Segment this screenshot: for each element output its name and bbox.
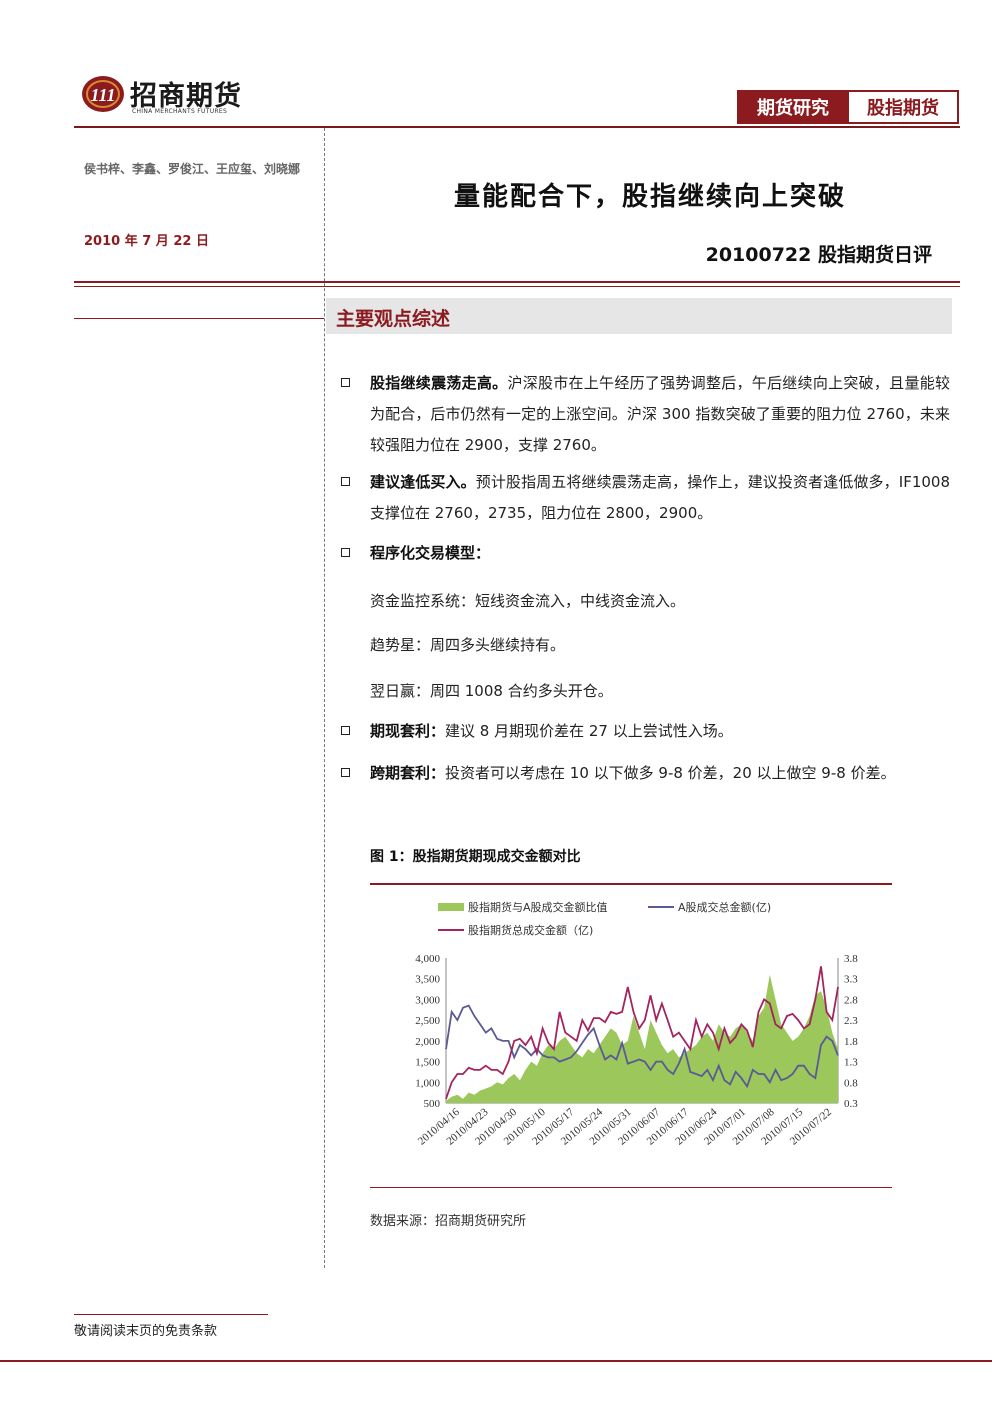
model-3: 翌日赢：周四 1008 合约多头开仓。	[370, 682, 613, 700]
bullet-icon	[341, 378, 350, 387]
figure-rule-top	[370, 883, 892, 885]
section-title: 主要观点综述	[336, 308, 451, 330]
model-1: 资金监控系统：短线资金流入，中线资金流入。	[370, 592, 686, 610]
volume-comparison-chart: 股指期货与A股成交金额比值 A股成交总金额(亿) 股指期货总成交金额（亿) 4,000…	[415, 900, 858, 1148]
y-right-tick-label: 2.8	[844, 994, 858, 1006]
y-left-tick-label: 2,500	[415, 1015, 440, 1027]
footer-rule-short	[74, 1314, 268, 1315]
figure-title: 图 1：股指期货期现成交金额对比	[370, 849, 581, 865]
y-right-tick-label: 0.8	[844, 1077, 858, 1089]
legend-swatch-ratio	[438, 903, 464, 911]
data-source: 数据来源：招商期货研究所	[370, 1214, 527, 1229]
svg-text:111: 111	[90, 85, 115, 105]
y-right-tick-label: 3.3	[844, 974, 858, 986]
point-4-head: 期现套利：	[370, 722, 446, 740]
y-right-tick-label: 2.3	[844, 1015, 858, 1027]
header-rule	[74, 126, 960, 128]
logo-icon: 111	[80, 74, 126, 114]
point-5-text: 投资者可以考虑在 10 以下做多 9-8 价差，20 以上做空 9-8 价差。	[445, 764, 896, 782]
series-ratio-area	[446, 974, 838, 1103]
point-5: 跨期套利：投资者可以考虑在 10 以下做多 9-8 价差，20 以上做空 9-8…	[370, 758, 950, 789]
point-2: 建议逢低买入。预计股指周五将继续震荡走高，操作上，建议投资者逢低做多，IF100…	[370, 467, 950, 529]
title-rule-thin	[74, 286, 960, 287]
footer-rule	[0, 1360, 992, 1362]
bullet-icon	[341, 726, 350, 735]
point-4-text: 建议 8 月期现价差在 27 以上尝试性入场。	[445, 722, 733, 740]
y-left-tick-label: 1,000	[415, 1077, 440, 1089]
point-3: 程序化交易模型：	[370, 538, 950, 569]
figure-rule-bottom	[370, 1187, 892, 1188]
y-left-tick-label: 3,000	[415, 994, 440, 1006]
y-left-tick-label: 3,500	[415, 974, 440, 986]
y-right-tick-label: 3.8	[844, 953, 858, 965]
title-rule	[74, 281, 960, 283]
point-1: 股指继续震荡走高。沪深股市在上午经历了强势调整后，午后继续向上突破，且量能较为配…	[370, 368, 950, 461]
bullet-icon	[341, 477, 350, 486]
tag-stock-index-futures: 股指期货	[847, 90, 959, 124]
page-subtitle: 20100722 股指期货日评	[705, 244, 932, 266]
column-divider	[324, 128, 325, 1268]
disclaimer-note: 敬请阅读末页的免责条款	[74, 1324, 218, 1339]
legend-label-2: 股指期货总成交金额（亿)	[468, 923, 593, 937]
bullet-icon	[341, 548, 350, 557]
y-right-tick-label: 1.8	[844, 1036, 858, 1048]
y-left-tick-label: 1,500	[415, 1057, 440, 1069]
legend-label-1: A股成交总金额(亿)	[678, 900, 771, 914]
y-right-tick-label: 0.3	[844, 1098, 858, 1110]
point-1-head: 股指继续震荡走高。	[370, 374, 508, 392]
logo-subtext: CHINA MERCHANTS FUTURES	[132, 108, 228, 115]
y-left-tick-label: 500	[424, 1098, 441, 1110]
y-left-tick-label: 2,000	[415, 1036, 440, 1048]
y-right-tick-label: 1.3	[844, 1057, 858, 1069]
legend-label-0: 股指期货与A股成交金额比值	[468, 900, 608, 914]
point-4: 期现套利：建议 8 月期现价差在 27 以上尝试性入场。	[370, 716, 950, 747]
tag-futures-research: 期货研究	[737, 90, 847, 124]
report-date: 2010 年 7 月 22 日	[84, 234, 209, 249]
sidebar-rule	[74, 318, 324, 319]
point-3-head: 程序化交易模型：	[370, 544, 491, 562]
bullet-icon	[341, 768, 350, 777]
page-title: 量能配合下，股指继续向上突破	[453, 182, 846, 212]
model-2: 趋势星：周四多头继续持有。	[370, 636, 566, 654]
y-left-tick-label: 4,000	[415, 953, 440, 965]
authors: 侯书梓、李鑫、罗俊江、王应玺、刘晓娜	[84, 162, 301, 176]
point-2-head: 建议逢低买入。	[370, 473, 476, 491]
point-5-head: 跨期套利：	[370, 764, 446, 782]
